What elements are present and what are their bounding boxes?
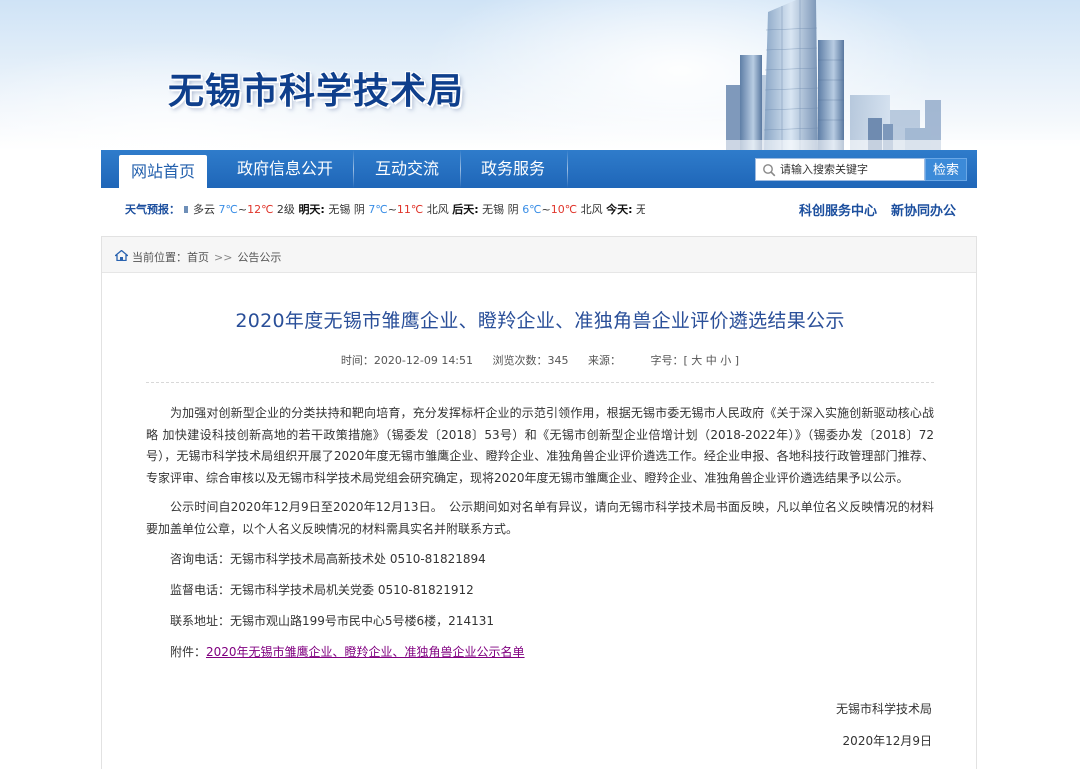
search-button[interactable]: 检索 xyxy=(925,158,967,181)
meta-time-label: 时间： xyxy=(340,354,374,367)
article-paragraph: 为加强对创新型企业的分类扶持和靶向培育，充分发挥标杆企业的示范引领作用，根据无锡… xyxy=(146,406,934,485)
breadcrumb-prefix: 当前位置： xyxy=(132,251,187,264)
article-title: 2020年度无锡市雏鹰企业、瞪羚企业、准独角兽企业评价遴选结果公示 xyxy=(235,310,845,332)
search-icon xyxy=(763,164,776,177)
skyline-illustration xyxy=(700,0,1080,150)
site-title[interactable]: 无锡市科学技术局 xyxy=(168,62,464,114)
weather-text-segment: 无锡 阴 xyxy=(324,203,369,216)
weather-label: 天气预报： xyxy=(125,203,180,216)
weather-bar: 天气预报： 多云 7℃~12℃ 2级 明天: 无锡 阴 7℃~11℃ 北风 后天… xyxy=(101,188,977,228)
weather-text-segment: ~ xyxy=(387,203,397,216)
weather-text-segment: ~ xyxy=(237,203,248,216)
signature-date: 2020年12月9日 xyxy=(842,734,932,748)
meta-time-value: 2020-12-09 14:51 xyxy=(373,354,474,367)
weather-text-segment: 2级 xyxy=(273,203,299,216)
breadcrumb-current[interactable]: 公告公示 xyxy=(237,251,281,264)
meta-views-value: 345 xyxy=(547,354,569,367)
weather-day-label: 今天: xyxy=(606,203,633,216)
temp-low: 7℃ xyxy=(368,203,388,216)
nav-gov-service[interactable]: 政务服务 xyxy=(463,150,563,188)
weather-text: 多云 7℃~12℃ 2级 明天: 无锡 阴 7℃~11℃ 北风 后天: 无锡 阴… xyxy=(193,203,645,216)
contact-address: 联系地址：无锡市观山路199号市民中心5号楼6楼，214131 xyxy=(170,613,494,628)
meta-time: 时间：2020-12-09 14:51 xyxy=(341,354,473,367)
article-meta: 时间：2020-12-09 14:51 浏览次数：345 来源： 字号：[ 大 … xyxy=(102,352,978,368)
weather-text-segment: 北风 xyxy=(423,203,453,216)
temp-high: 11℃ xyxy=(396,203,424,216)
article-paragraph: 公示时间自2020年12月9日至2020年12月13日。 公示期间如对名单有异议… xyxy=(146,500,934,536)
nav-separator xyxy=(567,150,568,188)
home-icon xyxy=(115,250,128,261)
breadcrumb-home[interactable]: 首页 xyxy=(187,251,209,264)
attachment: 附件：2020年无锡市雏鹰企业、瞪羚企业、准独角兽企业公示名单 xyxy=(146,642,934,664)
temp-low: 7℃ xyxy=(218,203,238,216)
nav-separator xyxy=(353,150,354,188)
temp-high: 10℃ xyxy=(550,203,578,216)
breadcrumb-separator: >> xyxy=(214,251,233,264)
link-new-office[interactable]: 新协同办公 xyxy=(891,200,956,219)
temp-low: 6℃ xyxy=(522,203,542,216)
meta-font-size: 字号：[ 大 中 小 ] xyxy=(651,354,740,367)
weather-text-segment: 多云 xyxy=(193,203,219,216)
weather-text-segment: 北风 xyxy=(577,203,607,216)
search-box xyxy=(755,158,925,181)
weather-text-segment: ~ xyxy=(541,203,551,216)
nav-separator xyxy=(460,150,461,188)
weather-cloud-icon xyxy=(183,206,188,213)
weather-forecast: 天气预报： 多云 7℃~12℃ 2级 明天: 无锡 阴 7℃~11℃ 北风 后天… xyxy=(125,201,645,217)
attachment-link[interactable]: 2020年无锡市雏鹰企业、瞪羚企业、准独角兽企业公示名单 xyxy=(206,645,525,659)
meta-views: 浏览次数：345 xyxy=(493,354,569,367)
breadcrumb-bar: 当前位置：首页 >> 公告公示 xyxy=(102,237,976,273)
signature-org: 无锡市科学技术局 xyxy=(835,702,932,716)
link-innovation-service-center[interactable]: 科创服务中心 xyxy=(799,200,877,219)
title-divider xyxy=(146,382,934,383)
temp-high: 12℃ xyxy=(247,203,274,216)
meta-source: 来源： xyxy=(588,354,621,367)
article-container: 当前位置：首页 >> 公告公示 2020年度无锡市雏鹰企业、瞪羚企业、准独角兽企业评… xyxy=(101,236,977,769)
weather-day-label: 后天: xyxy=(452,203,479,216)
contact-consult-phone: 咨询电话：无锡市科学技术局高新技术处 0510-81821894 xyxy=(170,551,486,566)
site-banner: 无锡市科学技术局 xyxy=(0,0,1080,150)
attachment-label: 附件： xyxy=(170,645,207,660)
weather-day-label: 明天: xyxy=(298,203,325,216)
weather-text-segment: 无锡 阴 xyxy=(478,203,523,216)
contact-supervision-phone: 监督电话：无锡市科学技术局机关党委 0510-81821912 xyxy=(170,582,474,597)
search-input[interactable] xyxy=(780,161,920,178)
font-size-options[interactable]: [ 大 中 小 ] xyxy=(684,354,740,367)
breadcrumb: 当前位置：首页 >> 公告公示 xyxy=(132,249,281,265)
nav-gov-info[interactable]: 政府信息公开 xyxy=(221,150,349,188)
main-nav: 网站首页 政府信息公开 互动交流 政务服务 检索 xyxy=(101,150,977,188)
meta-font-label: 字号： xyxy=(650,354,684,367)
article-body: 为加强对创新型企业的分类扶持和靶向培育，充分发挥标杆企业的示范引领作用，根据无锡… xyxy=(146,403,934,673)
meta-source-label: 来源： xyxy=(588,354,622,367)
meta-views-label: 浏览次数： xyxy=(492,354,548,367)
nav-interaction[interactable]: 互动交流 xyxy=(357,150,457,188)
nav-home[interactable]: 网站首页 xyxy=(119,155,207,188)
weather-text-segment: 无 xyxy=(636,203,645,216)
